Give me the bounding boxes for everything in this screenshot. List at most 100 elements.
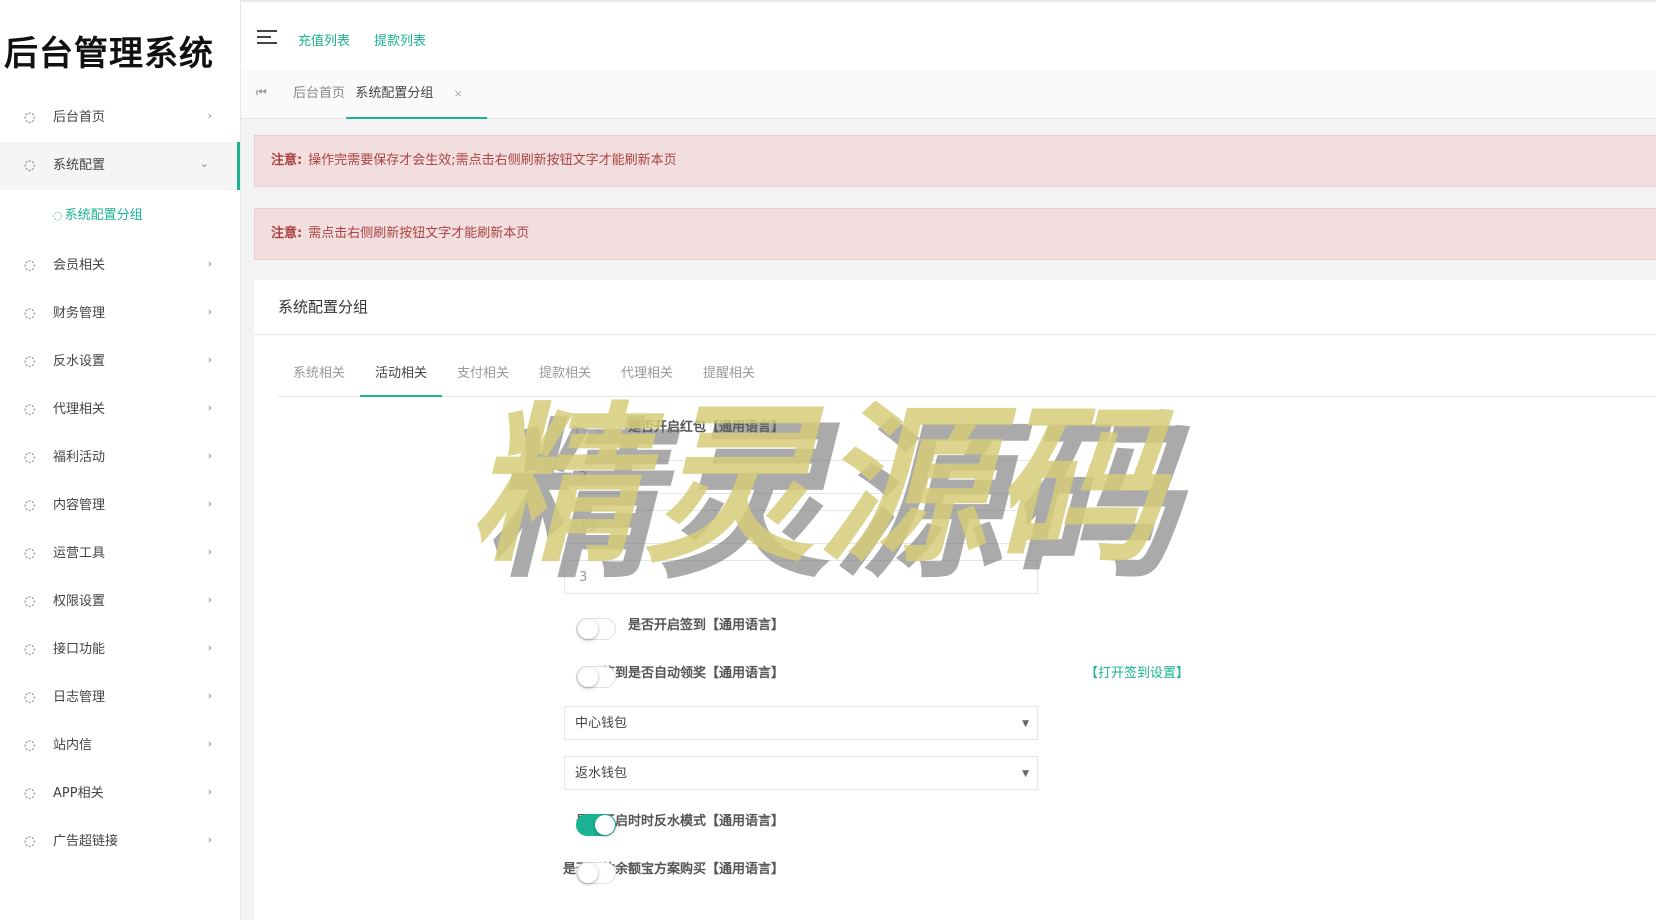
sidebar: 后台管理系统 ◌ 后台首页 › ◌ 系统配置 ⌄ ◌ 系统配置分组 ◌ 会员相关 › ◌ 财务管理 › ◌ 反… — [0, 0, 241, 920]
sidebar-item-label: 广告超链接 — [53, 834, 119, 849]
page-tabs-bar: ⏮ 后台首页 系统配置分组 × — [241, 70, 1656, 119]
sidebar-item-welfare[interactable]: ◌ 福利活动 › — [0, 434, 240, 482]
switch-knob — [578, 619, 598, 639]
form-row: 红包最大金额【通用语言】10 — [254, 510, 1656, 556]
alert-text: 操作完需要保存才会生效;需点击右侧刷新按钮文字才能刷新本页 — [308, 153, 677, 168]
config-select[interactable]: 中心钱包 ▼ — [564, 706, 1038, 740]
circle-icon: ◌ — [53, 209, 63, 222]
sidebar-item-label: 系统配置 — [53, 158, 106, 173]
field-label: 是否开放余额宝方案购买【通用语言】 — [562, 862, 784, 877]
tab-home[interactable]: 后台首页 — [293, 70, 345, 117]
subtab-3[interactable]: 提款相关 — [524, 352, 606, 395]
config-input[interactable]: 10 — [564, 510, 1038, 544]
chevron-right-icon: › — [207, 305, 212, 318]
tabs-scroll-left-icon[interactable]: ⏮ — [256, 85, 267, 100]
sidebar-item-agent[interactable]: ◌ 代理相关 › — [0, 386, 240, 434]
toggle-switch[interactable] — [576, 862, 616, 884]
subtab-1[interactable]: 活动相关 — [360, 352, 442, 397]
circle-icon: ◌ — [24, 498, 36, 513]
sidebar-item-label: 财务管理 — [53, 306, 106, 321]
sidebar-item-permissions[interactable]: ◌ 权限设置 › — [0, 578, 240, 626]
sidebar-item-label: APP相关 — [53, 786, 104, 801]
form-row: 活动奖励发放钱包类型【通用语言】中心钱包▼ — [254, 706, 1656, 752]
sidebar-item-messages[interactable]: ◌ 站内信 › — [0, 722, 240, 770]
sidebar-item-logs[interactable]: ◌ 日志管理 › — [0, 674, 240, 722]
sidebar-item-system-config[interactable]: ◌ 系统配置 ⌄ — [0, 142, 240, 190]
sidebar-item-label: 福利活动 — [53, 450, 106, 465]
form-row: 每日抢红包次数【通用语言】3 — [254, 560, 1656, 606]
circle-icon: ◌ — [24, 306, 36, 321]
config-input[interactable]: 3 — [564, 460, 1038, 494]
panel-title: 系统配置分组 — [278, 298, 369, 316]
sidebar-item-finance[interactable]: ◌ 财务管理 › — [0, 290, 240, 338]
switch-knob — [578, 863, 598, 883]
chevron-right-icon: › — [207, 737, 212, 750]
circle-icon: ◌ — [24, 594, 36, 609]
circle-icon: ◌ — [24, 834, 36, 849]
sidebar-item-label: 代理相关 — [53, 402, 106, 417]
circle-icon: ◌ — [24, 354, 36, 369]
sidebar-item-api[interactable]: ◌ 接口功能 › — [0, 626, 240, 674]
subtab-4[interactable]: 代理相关 — [606, 352, 688, 395]
sidebar-item-label: 内容管理 — [53, 498, 106, 513]
sidebar-item-content[interactable]: ◌ 内容管理 › — [0, 482, 240, 530]
config-select[interactable]: 返水钱包 ▼ — [564, 756, 1038, 790]
field-label: 是否开启时时反水模式【通用语言】 — [575, 814, 784, 829]
sidebar-item-members[interactable]: ◌ 会员相关 › — [0, 242, 240, 290]
sidebar-item-app[interactable]: ◌ APP相关 › — [0, 770, 240, 818]
chevron-right-icon: › — [207, 449, 212, 462]
sidebar-subitem-label: 系统配置分组 — [64, 208, 143, 223]
sidebar-item-label: 接口功能 — [53, 642, 106, 657]
sidebar-item-label: 运营工具 — [53, 546, 106, 561]
select-value: 返水钱包 — [575, 766, 628, 781]
sidebar-item-label: 日志管理 — [53, 690, 106, 705]
config-subtabs: 系统相关 活动相关 支付相关 提款相关 代理相关 提醒相关 — [278, 352, 1656, 397]
select-value: 中心钱包 — [575, 716, 628, 731]
toggle-switch[interactable] — [576, 420, 616, 442]
chevron-right-icon: › — [207, 257, 212, 270]
tab-label: 系统配置分组 — [355, 86, 434, 101]
chevron-right-icon: › — [207, 785, 212, 798]
chevron-right-icon: › — [207, 353, 212, 366]
field-label: 是否开启红包【通用语言】 — [627, 420, 784, 435]
sidebar-item-rebate[interactable]: ◌ 反水设置 › — [0, 338, 240, 386]
chevron-right-icon: › — [207, 497, 212, 510]
subtab-2[interactable]: 支付相关 — [442, 352, 524, 395]
switch-knob — [578, 667, 598, 687]
toggle-switch[interactable] — [576, 814, 616, 836]
withdraw-list-link[interactable]: 提款列表 — [374, 30, 426, 49]
sidebar-item-label: 权限设置 — [53, 594, 106, 609]
config-input[interactable]: 3 — [564, 560, 1038, 594]
subtab-0[interactable]: 系统相关 — [278, 352, 360, 395]
tab-close-icon[interactable]: × — [453, 87, 462, 100]
switch-knob — [578, 421, 598, 441]
sidebar-menu: ◌ 后台首页 › ◌ 系统配置 ⌄ ◌ 系统配置分组 ◌ 会员相关 › ◌ 财务管理 › ◌ 反水设置 › ◌ 代理… — [0, 94, 240, 866]
chevron-right-icon: › — [207, 593, 212, 606]
app-logo-title: 后台管理系统 — [4, 34, 214, 74]
form-row: 会员反水发放钱包【通用语言】返水钱包▼ — [254, 756, 1656, 802]
circle-icon: ◌ — [24, 642, 36, 657]
form-row: 是否开启红包【通用语言】 — [254, 418, 1656, 458]
subtab-5[interactable]: 提醒相关 — [688, 352, 770, 395]
sidebar-subitem-system-config-group[interactable]: ◌ 系统配置分组 — [0, 190, 240, 242]
alert-prefix: 注意: — [271, 226, 303, 241]
form-row: 是否开启时时反水模式【通用语言】 — [254, 812, 1656, 852]
circle-icon: ◌ — [24, 110, 36, 125]
form-row: 是否开放余额宝方案购买【通用语言】 — [254, 860, 1656, 900]
sidebar-item-label: 后台首页 — [53, 110, 106, 125]
form-row: 签到是否自动领奖【通用语言】 【打开签到设置】 — [254, 664, 1656, 704]
chevron-right-icon: › — [207, 401, 212, 414]
open-signin-settings-link[interactable]: 【打开签到设置】 — [1085, 664, 1189, 684]
circle-icon: ◌ — [24, 786, 36, 801]
toggle-switch[interactable] — [576, 666, 616, 688]
menu-toggle-icon[interactable] — [257, 30, 277, 44]
top-navbar: 充值列表 提款列表 — [241, 0, 1656, 73]
tab-system-config-group[interactable]: 系统配置分组 × — [346, 70, 487, 119]
caret-down-icon: ▼ — [1022, 719, 1029, 729]
sidebar-item-ads[interactable]: ◌ 广告超链接 › — [0, 818, 240, 866]
sidebar-item-operations[interactable]: ◌ 运营工具 › — [0, 530, 240, 578]
toggle-switch[interactable] — [576, 618, 616, 640]
sidebar-item-home[interactable]: ◌ 后台首页 › — [0, 94, 240, 142]
chevron-right-icon: › — [207, 833, 212, 846]
recharge-list-link[interactable]: 充值列表 — [298, 30, 350, 49]
